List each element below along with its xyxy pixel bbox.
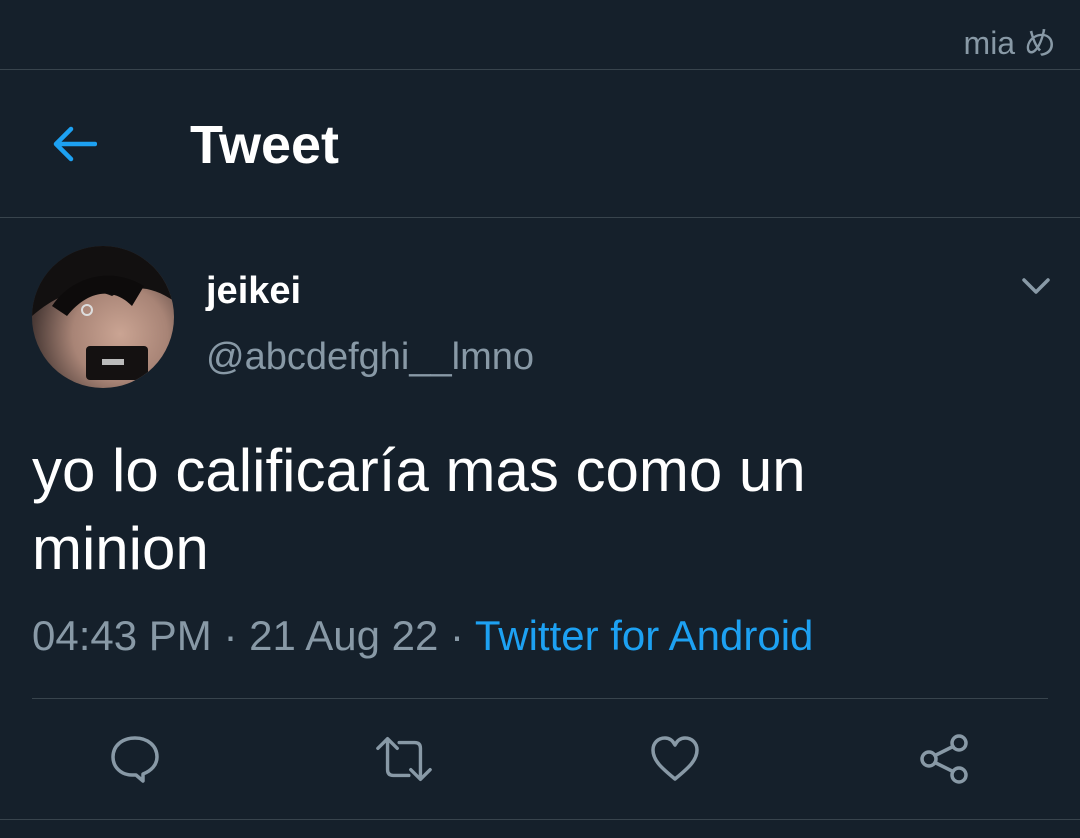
meta-separator: ·	[223, 612, 238, 659]
tweet-metadata: 04:43 PM · 21 Aug 22 · Twitter for Andro…	[32, 612, 813, 660]
user-handle[interactable]: @abcdefghi__lmno	[206, 336, 534, 379]
comment-icon	[111, 736, 159, 783]
chevron-down-icon	[1022, 278, 1050, 294]
retweet-button[interactable]	[374, 731, 434, 787]
arrow-left-icon	[53, 126, 97, 162]
meta-separator: ·	[449, 612, 464, 659]
reply-button[interactable]	[105, 731, 165, 787]
like-button[interactable]	[645, 731, 705, 787]
heart-icon	[651, 736, 699, 781]
avatar[interactable]	[32, 246, 174, 388]
tweet-time: 04:43 PM	[32, 612, 212, 659]
share-button[interactable]	[914, 731, 974, 787]
tweet-text: yo lo calificaría mas como un minion	[32, 437, 806, 582]
display-name[interactable]: jeikei	[206, 270, 301, 313]
more-options-button[interactable]	[1014, 268, 1058, 304]
carrier-label: mia め	[963, 25, 1056, 61]
retweet-icon	[376, 736, 432, 782]
top-app-bar: Tweet	[0, 70, 1080, 218]
page-title: Tweet	[190, 115, 340, 175]
status-bar: mia め	[0, 0, 1080, 70]
share-icon	[920, 734, 968, 784]
tweet-date: 21 Aug 22	[249, 612, 439, 659]
action-bar	[0, 699, 1080, 820]
tweet-source-link[interactable]: Twitter for Android	[475, 612, 813, 659]
back-button[interactable]	[44, 116, 104, 172]
